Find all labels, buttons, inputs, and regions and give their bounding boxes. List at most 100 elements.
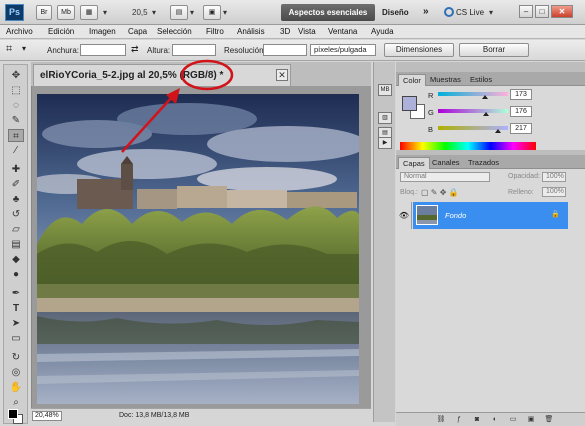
3d-rotate-tool-icon[interactable]: ↻ — [8, 351, 24, 364]
menu-imagen[interactable]: Imagen — [89, 27, 116, 36]
layer-mask-icon[interactable]: ◙ — [472, 415, 482, 424]
chevron-down-icon[interactable]: ▾ — [489, 8, 493, 17]
menu-filtro[interactable]: Filtro — [206, 27, 224, 36]
tab-estilos[interactable]: Estilos — [466, 74, 496, 86]
lock-icons[interactable]: ▢ ✎ ✥ 🔒 — [421, 188, 459, 197]
tab-muestras[interactable]: Muestras — [426, 74, 465, 86]
clone-stamp-tool-icon[interactable]: ♣ — [8, 193, 24, 206]
chevron-down-icon[interactable]: ▾ — [152, 8, 156, 17]
width-input[interactable] — [80, 44, 126, 56]
layer-style-icon[interactable]: ƒ — [454, 415, 464, 424]
adjustment-layer-icon[interactable]: ◐ — [490, 415, 500, 424]
zoom-field[interactable]: 20,48% — [32, 411, 62, 421]
menu-ayuda[interactable]: Ayuda — [371, 27, 394, 36]
history-brush-tool-icon[interactable]: ↺ — [8, 208, 24, 221]
channel-slider-g[interactable]: G 176 — [428, 106, 578, 119]
menu-ventana[interactable]: Ventana — [328, 27, 357, 36]
healing-brush-tool-icon[interactable]: ✚ — [8, 163, 24, 176]
gradient-tool-icon[interactable]: ▤ — [8, 238, 24, 251]
channel-value-input[interactable]: 173 — [510, 89, 532, 100]
channel-slider-r[interactable]: R 173 — [428, 89, 578, 102]
delete-layer-icon[interactable]: 🗑 — [544, 415, 554, 424]
chevron-down-icon[interactable]: ▾ — [22, 44, 26, 53]
bridge-button[interactable]: Br — [36, 5, 52, 20]
tab-color[interactable]: Color — [398, 74, 426, 86]
pen-tool-icon[interactable]: ✒ — [8, 287, 24, 300]
blend-mode-select[interactable]: Normal — [400, 172, 490, 182]
opacity-input[interactable]: 100% — [542, 172, 566, 182]
shape-tool-icon[interactable]: ▭ — [8, 332, 24, 345]
foreground-color-swatch[interactable] — [8, 409, 18, 419]
document-image[interactable] — [37, 94, 359, 404]
chevron-down-icon[interactable]: ▾ — [103, 8, 107, 17]
channel-knob[interactable] — [483, 112, 490, 116]
layer-visibility-eye-icon[interactable]: 👁 — [397, 202, 412, 229]
close-document-icon[interactable]: ✕ — [276, 69, 288, 81]
resolution-input[interactable] — [263, 44, 307, 56]
menu-archivo[interactable]: Archivo — [6, 27, 33, 36]
foreground-swatch[interactable] — [402, 96, 417, 111]
arrange-documents-button[interactable]: ▤ — [170, 5, 188, 20]
quick-selection-tool-icon[interactable]: ✎ — [8, 114, 24, 127]
brush-tool-icon[interactable]: ✐ — [8, 178, 24, 191]
layer-row-fondo[interactable]: Fondo 🔒 — [413, 202, 568, 229]
menu-edicion[interactable]: Edición — [48, 27, 74, 36]
crop-tool-icon[interactable]: ⌗ — [8, 129, 24, 142]
channel-knob[interactable] — [494, 129, 501, 133]
blur-tool-icon[interactable]: ◆ — [8, 253, 24, 266]
dimensions-button[interactable]: Dimensiones — [384, 43, 454, 57]
menu-capa[interactable]: Capa — [128, 27, 147, 36]
view-extras-button[interactable]: ▦ — [80, 5, 98, 20]
mini-bridge-button[interactable]: Mb — [57, 5, 75, 20]
hand-tool-icon[interactable]: ✋ — [8, 381, 24, 394]
color-spectrum[interactable] — [400, 142, 536, 150]
channel-knob[interactable] — [482, 95, 489, 99]
close-button[interactable]: ✕ — [551, 5, 573, 18]
path-selection-tool-icon[interactable]: ➤ — [8, 317, 24, 330]
menu-vista[interactable]: Vista — [298, 27, 316, 36]
chevron-down-icon[interactable]: ▾ — [223, 8, 227, 17]
restore-button[interactable]: □ — [535, 5, 549, 18]
link-layers-icon[interactable]: ⛓ — [436, 415, 446, 424]
zoom-level-display[interactable]: 20,5 — [132, 8, 148, 17]
chevron-down-icon[interactable]: ▾ — [190, 8, 194, 17]
height-input[interactable] — [172, 44, 216, 56]
channel-track[interactable] — [438, 109, 508, 113]
actions-panel-icon[interactable]: ▶ — [378, 137, 392, 149]
group-icon[interactable]: ▭ — [508, 415, 518, 424]
channel-value-input[interactable]: 176 — [510, 106, 532, 117]
eyedropper-tool-icon[interactable]: ⁄ — [8, 144, 24, 157]
document-tab[interactable]: elRioYCoria_5-2.jpg al 20,5% (RGB/8) * ✕ — [33, 64, 291, 86]
workspace-essentials-button[interactable]: Aspectos esenciales — [281, 4, 375, 21]
crop-icon[interactable]: ⌗ — [6, 43, 12, 56]
type-tool-icon[interactable]: T — [8, 302, 24, 315]
menu-seleccion[interactable]: Selección — [157, 27, 192, 36]
new-layer-icon[interactable]: ▣ — [526, 415, 536, 424]
clear-button[interactable]: Borrar — [459, 43, 529, 57]
lasso-tool-icon[interactable]: ◌ — [8, 99, 24, 112]
screen-mode-button[interactable]: ▣ — [203, 5, 221, 20]
workspace-design-button[interactable]: Diseño — [382, 8, 409, 17]
minimize-button[interactable]: – — [519, 5, 533, 18]
cs-live-button[interactable]: CS Live — [456, 8, 484, 17]
channel-track[interactable] — [438, 92, 508, 96]
mini-bridge-panel-icon[interactable]: MB — [378, 84, 392, 96]
canvas-area[interactable] — [31, 86, 371, 408]
history-panel-icon[interactable]: ▥ — [378, 112, 392, 124]
tab-capas[interactable]: Capas — [398, 157, 430, 169]
resolution-unit-select[interactable]: píxeles/pulgada — [310, 44, 376, 56]
workspace-more-button[interactable]: » — [423, 6, 429, 17]
menu-analisis[interactable]: Análisis — [237, 27, 265, 36]
menu-3d[interactable]: 3D — [280, 27, 290, 36]
swap-icon[interactable]: ⇄ — [131, 44, 139, 55]
tab-canales[interactable]: Canales — [428, 157, 464, 169]
marquee-tool-icon[interactable]: ⬚ — [8, 84, 24, 97]
dodge-tool-icon[interactable]: ● — [8, 268, 24, 281]
eraser-tool-icon[interactable]: ▱ — [8, 223, 24, 236]
tab-trazados[interactable]: Trazados — [464, 157, 503, 169]
3d-orbit-tool-icon[interactable]: ◎ — [8, 366, 24, 379]
move-tool-icon[interactable]: ✥ — [8, 69, 24, 82]
zoom-tool-icon[interactable]: ⌕ — [8, 396, 24, 409]
channel-slider-b[interactable]: B 217 — [428, 123, 578, 136]
fill-input[interactable]: 100% — [542, 187, 566, 197]
